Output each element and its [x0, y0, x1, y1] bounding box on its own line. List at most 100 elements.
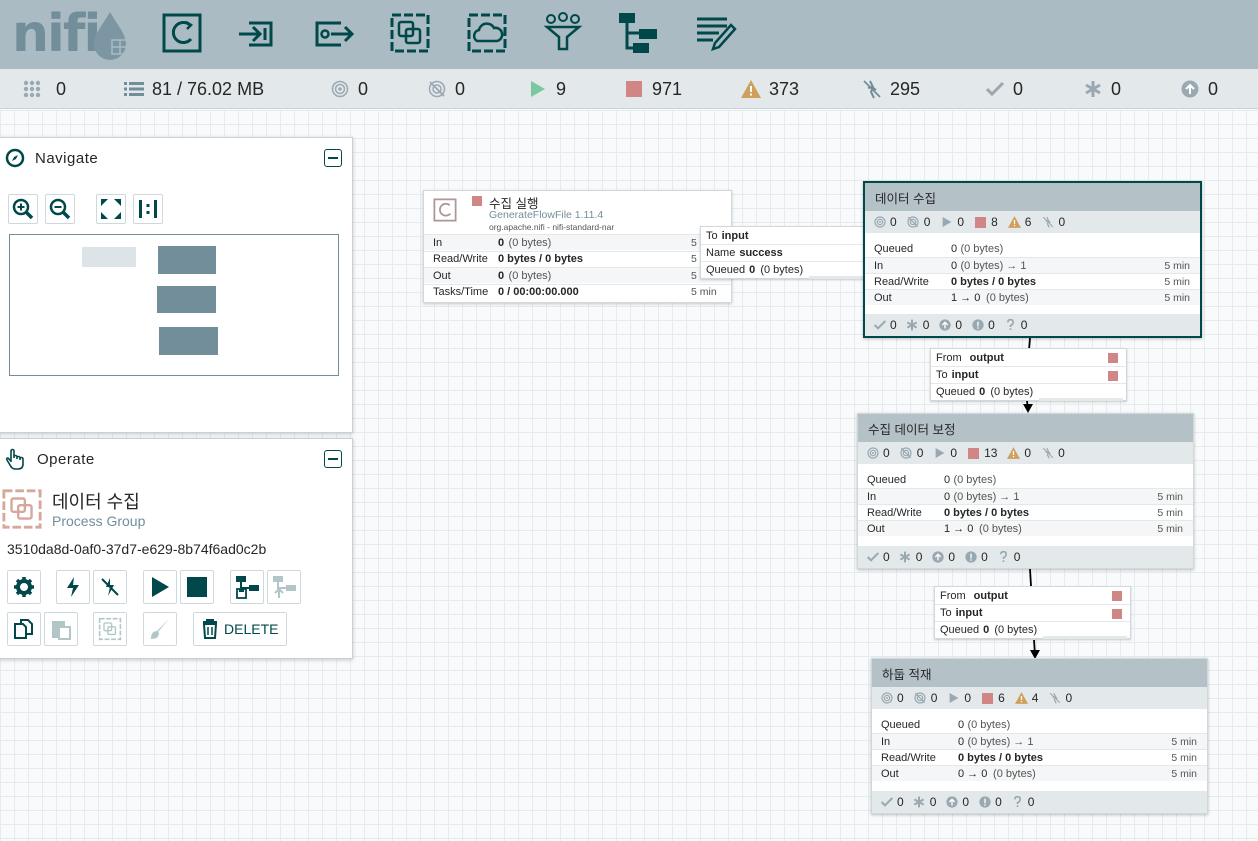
stop-button[interactable]: [180, 570, 214, 604]
enable-button[interactable]: [56, 570, 90, 604]
stat-key: In: [433, 236, 443, 249]
play-icon: [947, 692, 960, 705]
selection-type: Process Group: [52, 513, 146, 529]
conn-name-label: Name: [706, 247, 736, 259]
exclamation-circle-icon: [964, 551, 977, 564]
stat-detail: (0 bytes): [950, 474, 997, 486]
stat-value: 1 → 0: [944, 522, 974, 535]
conn-from-value: output: [969, 351, 1004, 364]
arrow-up-circle-icon: [938, 319, 951, 332]
status-count: 6: [998, 691, 1005, 705]
process-group-status: 0 0 0 8 6 0: [865, 211, 1200, 233]
group-button[interactable]: [93, 612, 127, 646]
warning-icon: [1014, 692, 1028, 705]
stat-value: 0 bytes / 0 bytes: [951, 275, 1036, 288]
not-transmitting-icon: [914, 692, 927, 705]
conn-to-row: To input: [935, 604, 1130, 621]
stat-key: Tasks/Time: [433, 286, 489, 298]
conn-from-label: From: [936, 351, 962, 364]
disable-button[interactable]: [93, 570, 127, 604]
version-count: 0: [981, 550, 988, 564]
zoom-out-button[interactable]: [45, 194, 75, 224]
start-button[interactable]: [143, 570, 177, 604]
conn-to-label: To: [936, 369, 948, 381]
birdseye-view[interactable]: [9, 234, 339, 376]
process-group-stat-row: Out 0 → 0 (0 bytes) 5 min: [872, 765, 1207, 781]
process-group-stat-row: Out 1 → 0 (0 bytes) 5 min: [858, 520, 1193, 536]
operate-collapse-button[interactable]: [324, 450, 342, 468]
status-count: 0: [964, 691, 972, 705]
connection-label-output-1[interactable]: From output To input Queued 0 (0 bytes): [930, 348, 1127, 401]
process-group-2[interactable]: 하둡 적재 0 0 0 6 4 0 Queued 0 (0 bytes) In 0 (0 bytes…: [871, 658, 1208, 814]
stat-timeframe: 5 min: [1171, 751, 1197, 764]
stat-key: Out: [867, 522, 885, 535]
version-count: 0: [948, 550, 956, 564]
selection-name: 데이터 수집: [52, 492, 140, 512]
stat-value: 0 bytes / 0 bytes: [958, 751, 1043, 764]
stat-timeframe: 5 min: [1171, 767, 1197, 780]
exclamation-circle-icon: [971, 319, 984, 332]
stat-value: 0: [498, 236, 505, 249]
zoom-in-button[interactable]: [8, 194, 38, 224]
navigate-collapse-button[interactable]: [324, 149, 342, 167]
stopped-indicator: [1108, 353, 1118, 363]
upload-template-button[interactable]: [267, 570, 301, 604]
conn-to-value: input: [721, 229, 749, 242]
asterisk-icon: [913, 796, 926, 809]
status-count: 0: [1065, 691, 1073, 705]
operate-header[interactable]: Operate: [0, 439, 352, 479]
version-count: 0: [915, 550, 923, 564]
process-group-1[interactable]: 수집 데이터 보정 0 0 0 13 0 0 Queued 0 (0 bytes) In 0 (0 …: [857, 413, 1194, 569]
stat-timeframe: 5 min: [1164, 275, 1190, 288]
not-transmitting-icon: [900, 447, 913, 460]
processor-stat-row: Tasks/Time 0 / 00:00:00.000 5 min: [424, 283, 731, 300]
conn-name-value: success: [739, 247, 783, 259]
stat-key: Read/Write: [867, 506, 922, 519]
navigate-header[interactable]: Navigate: [0, 138, 352, 178]
version-count: 0: [995, 795, 1002, 809]
warning-icon: [1007, 216, 1021, 229]
processor-generate-flowfile[interactable]: 수집 실행 GenerateFlowFile 1.11.4 org.apache…: [423, 190, 732, 303]
actual-size-icon: [139, 200, 157, 218]
delete-button[interactable]: DELETE: [193, 612, 287, 646]
arrow-up-circle-icon: [945, 796, 958, 809]
process-group-stat-row: Read/Write 0 bytes / 0 bytes 5 min: [858, 504, 1193, 520]
stat-timeframe: 5: [691, 253, 697, 265]
process-group-version-status: 0 0 0 0 0: [865, 314, 1200, 336]
create-template-button[interactable]: [230, 570, 264, 604]
stat-detail: (0 bytes): [505, 269, 552, 282]
status-count: 0: [1058, 215, 1066, 229]
processor-stat-row: In 0 (0 bytes) 5: [424, 234, 731, 250]
stat-key: In: [874, 259, 884, 272]
birdseye-processor: [82, 247, 136, 267]
stat-key: Read/Write: [881, 751, 936, 764]
conn-queued-value: 0: [983, 624, 990, 636]
arrow-up-circle-icon: [931, 551, 944, 564]
process-group-stat-row: In 0 (0 bytes) → 1 5 min: [858, 488, 1193, 504]
process-group-0[interactable]: 데이터 수집 0 0 0 8 6 0 Queued 0 (0 bytes) In 0 (0 byte…: [863, 181, 1202, 338]
stat-detail: (0 bytes): [990, 767, 1036, 780]
selection-id: 3510da8d-0af0-37d7-e629-8b74f6ad0c2b: [7, 541, 267, 557]
hand-pointer-icon: [5, 448, 24, 470]
zoom-actual-button[interactable]: [133, 194, 163, 224]
paste-button[interactable]: [44, 612, 78, 646]
version-count: 0: [922, 318, 930, 332]
zoom-fit-button[interactable]: [96, 194, 126, 224]
disable-icon: [101, 578, 119, 596]
group-icon: [98, 617, 122, 641]
fit-icon: [101, 199, 121, 219]
copy-button[interactable]: [7, 612, 41, 646]
stopped-indicator: [1112, 591, 1122, 601]
status-count: 0: [923, 215, 931, 229]
connection-label-output-2[interactable]: From output To input Queued 0 (0 bytes): [934, 586, 1131, 639]
stat-detail: (0 bytes) → 1: [964, 735, 1034, 748]
stat-timeframe: 5 min: [1157, 490, 1183, 503]
birdseye-group: [158, 246, 216, 274]
stat-timeframe: 5 min: [1164, 259, 1190, 272]
conn-queued-label: Queued: [706, 264, 746, 276]
configure-button[interactable]: [7, 570, 41, 604]
conn-queued-value: 0: [749, 264, 756, 276]
stat-detail: (0 bytes) → 1: [950, 490, 1020, 503]
play-icon: [152, 577, 169, 597]
color-button[interactable]: [143, 612, 177, 646]
